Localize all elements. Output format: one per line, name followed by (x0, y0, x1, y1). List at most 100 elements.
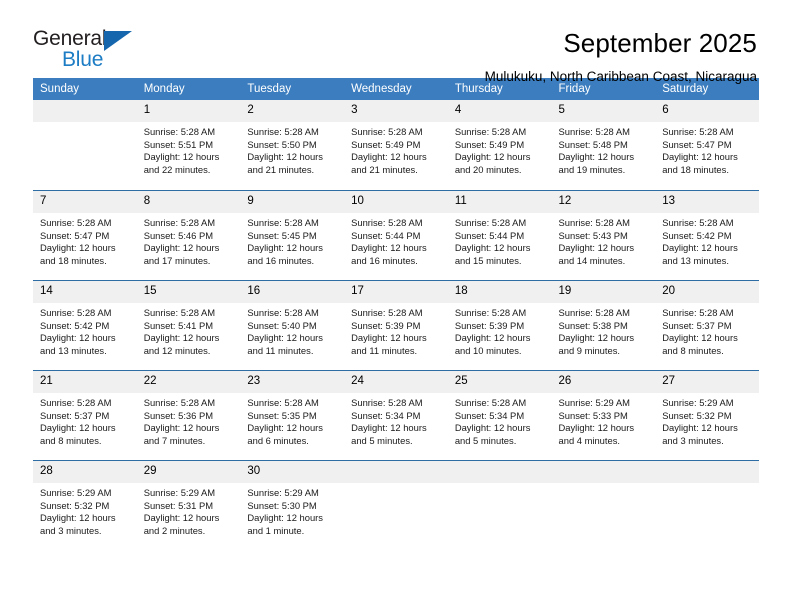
day-detail-line: Daylight: 12 hours (40, 422, 116, 434)
day-cell-inner: 17 Sunrise: 5:28 AM Sunset: 5:39 PM Dayligh… (344, 280, 448, 370)
day-detail-line: Sunset: 5:39 PM (454, 319, 525, 331)
calendar-day-cell[interactable]: 22 Sunrise: 5:28 AM Sunset: 5:36 PM Dayligh… (136, 370, 241, 460)
day-number: 26 (551, 371, 656, 393)
day-detail-line: Sunset: 5:45 PM (247, 229, 317, 241)
calendar-day-cell[interactable]: 18 Sunrise: 5:28 AM Sunset: 5:39 PM Dayligh… (447, 280, 552, 370)
day-cell-inner (33, 100, 137, 190)
day-sun-details: Sunrise: 5:28 AM Sunset: 5:37 PM Daylight:… (33, 393, 137, 447)
day-cell-inner: 16 Sunrise: 5:28 AM Sunset: 5:40 PM Dayligh… (240, 280, 345, 370)
calendar-day-cell[interactable]: 16 Sunrise: 5:28 AM Sunset: 5:40 PM Dayligh… (240, 280, 345, 370)
day-detail-line: Daylight: 12 hours (247, 151, 323, 163)
day-detail-line: Daylight: 12 hours (558, 151, 635, 163)
calendar-day-cell[interactable]: 13 Sunrise: 5:28 AM Sunset: 5:42 PM Dayligh… (655, 190, 759, 280)
logo-text-general: General (33, 27, 107, 50)
day-sun-details: Sunrise: 5:28 AM Sunset: 5:42 PM Daylight:… (33, 303, 137, 357)
day-cell-inner: 9 Sunrise: 5:28 AM Sunset: 5:45 PM Daylight… (240, 190, 345, 280)
day-detail-line: Sunset: 5:39 PM (351, 319, 421, 331)
calendar-day-cell[interactable]: 9 Sunrise: 5:28 AM Sunset: 5:45 PM Daylight… (240, 190, 345, 280)
weekday-header-tuesday: Tuesday (240, 78, 345, 100)
day-cell-inner: 26 Sunrise: 5:29 AM Sunset: 5:33 PM Dayligh… (551, 370, 656, 460)
day-detail-line: and 15 minutes. (454, 254, 522, 266)
calendar-day-cell[interactable]: 23 Sunrise: 5:28 AM Sunset: 5:35 PM Dayligh… (240, 370, 345, 460)
calendar-week-row: 21 Sunrise: 5:28 AM Sunset: 5:37 PM Dayligh… (33, 370, 759, 460)
day-number: 11 (447, 191, 552, 213)
day-detail-line: Sunset: 5:37 PM (662, 319, 732, 331)
day-cell-inner: 20 Sunrise: 5:28 AM Sunset: 5:37 PM Dayligh… (655, 280, 759, 370)
calendar-day-cell[interactable]: 1 Sunrise: 5:28 AM Sunset: 5:51 PM Daylight… (136, 100, 241, 190)
calendar-week-row: 14 Sunrise: 5:28 AM Sunset: 5:42 PM Dayligh… (33, 280, 759, 370)
calendar-body: 1 Sunrise: 5:28 AM Sunset: 5:51 PM Daylight… (33, 100, 759, 550)
day-sun-details: Sunrise: 5:28 AM Sunset: 5:48 PM Daylight:… (552, 122, 656, 176)
day-detail-line: Sunset: 5:49 PM (351, 138, 421, 150)
calendar-day-cell[interactable]: 14 Sunrise: 5:28 AM Sunset: 5:42 PM Dayligh… (33, 280, 137, 370)
page-title: September 2025 (563, 28, 757, 58)
calendar-day-cell[interactable]: 4 Sunrise: 5:28 AM Sunset: 5:49 PM Daylight… (447, 100, 552, 190)
location-subtitle: Mulukuku, North Caribbean Coast, Nicarag… (484, 69, 757, 84)
day-detail-line: Sunset: 5:30 PM (247, 499, 317, 511)
calendar-day-cell[interactable]: 15 Sunrise: 5:28 AM Sunset: 5:41 PM Dayligh… (136, 280, 241, 370)
day-cell-inner: 27 Sunrise: 5:29 AM Sunset: 5:32 PM Dayligh… (655, 370, 759, 460)
day-detail-line: and 6 minutes. (247, 434, 309, 446)
calendar-day-cell[interactable]: 5 Sunrise: 5:28 AM Sunset: 5:48 PM Daylight… (551, 100, 656, 190)
day-detail-line: Sunrise: 5:28 AM (662, 126, 734, 137)
day-sun-details: Sunrise: 5:28 AM Sunset: 5:39 PM Daylight:… (448, 303, 552, 357)
day-cell-inner: 11 Sunrise: 5:28 AM Sunset: 5:44 PM Dayligh… (447, 190, 552, 280)
calendar-day-cell[interactable]: 10 Sunrise: 5:28 AM Sunset: 5:44 PM Dayligh… (344, 190, 448, 280)
day-detail-line: and 7 minutes. (143, 434, 206, 446)
day-number: 27 (655, 371, 759, 393)
day-detail-line: Daylight: 12 hours (454, 242, 531, 254)
day-detail-line: and 5 minutes. (351, 434, 413, 446)
day-detail-line: Daylight: 12 hours (143, 512, 220, 524)
calendar-day-cell[interactable]: 2 Sunrise: 5:28 AM Sunset: 5:50 PM Daylight… (240, 100, 345, 190)
calendar-day-cell[interactable]: 26 Sunrise: 5:29 AM Sunset: 5:33 PM Dayligh… (551, 370, 656, 460)
day-cell-inner: 21 Sunrise: 5:28 AM Sunset: 5:37 PM Dayligh… (33, 370, 137, 460)
day-sun-details: Sunrise: 5:28 AM Sunset: 5:38 PM Daylight:… (552, 303, 656, 357)
day-sun-details: Sunrise: 5:28 AM Sunset: 5:47 PM Daylight:… (655, 122, 759, 176)
calendar-day-cell[interactable]: 24 Sunrise: 5:28 AM Sunset: 5:34 PM Dayligh… (344, 370, 448, 460)
calendar-day-cell[interactable]: 6 Sunrise: 5:28 AM Sunset: 5:47 PM Daylight… (655, 100, 759, 190)
day-detail-line: Sunrise: 5:28 AM (558, 307, 630, 318)
calendar-day-cell[interactable]: 30 Sunrise: 5:29 AM Sunset: 5:30 PM Dayligh… (240, 460, 345, 550)
day-detail-line: Daylight: 12 hours (454, 151, 531, 163)
day-detail-line: Sunrise: 5:28 AM (351, 397, 423, 408)
day-number: 15 (136, 281, 241, 303)
day-detail-line: Sunrise: 5:28 AM (558, 217, 630, 228)
calendar-day-cell[interactable]: 28 Sunrise: 5:29 AM Sunset: 5:32 PM Dayligh… (33, 460, 137, 550)
calendar-day-cell[interactable]: 7 Sunrise: 5:28 AM Sunset: 5:47 PM Daylight… (33, 190, 137, 280)
calendar-day-cell[interactable]: 27 Sunrise: 5:29 AM Sunset: 5:32 PM Dayligh… (655, 370, 759, 460)
day-detail-line: Sunset: 5:46 PM (143, 229, 214, 241)
day-number: 6 (655, 100, 759, 122)
calendar-day-cell[interactable]: 25 Sunrise: 5:28 AM Sunset: 5:34 PM Dayligh… (447, 370, 552, 460)
day-sun-details: Sunrise: 5:29 AM Sunset: 5:33 PM Daylight:… (552, 393, 656, 447)
day-sun-details: Sunrise: 5:28 AM Sunset: 5:35 PM Daylight:… (240, 393, 344, 447)
title-block: September 2025 Mulukuku, North Caribbean… (485, 28, 757, 87)
day-detail-line: Sunrise: 5:29 AM (247, 487, 319, 498)
day-cell-inner: 3 Sunrise: 5:28 AM Sunset: 5:49 PM Daylight… (344, 100, 448, 190)
day-detail-line: and 18 minutes. (40, 254, 107, 266)
day-detail-line: Sunrise: 5:28 AM (40, 397, 112, 408)
day-detail-line: Sunset: 5:48 PM (558, 138, 628, 150)
day-cell-inner: 4 Sunrise: 5:28 AM Sunset: 5:49 PM Daylight… (447, 100, 552, 190)
calendar-day-cell[interactable]: 29 Sunrise: 5:29 AM Sunset: 5:31 PM Dayligh… (136, 460, 241, 550)
day-detail-line: Sunset: 5:43 PM (558, 229, 628, 241)
day-detail-line: Sunrise: 5:28 AM (143, 307, 216, 318)
general-blue-logo[interactable]: General Blue (33, 28, 143, 76)
day-sun-details: Sunrise: 5:28 AM Sunset: 5:45 PM Daylight:… (240, 213, 344, 267)
day-detail-line: and 18 minutes. (662, 163, 729, 175)
day-detail-line: Sunrise: 5:29 AM (662, 397, 734, 408)
day-number: 2 (240, 100, 345, 122)
day-number: 30 (240, 461, 345, 483)
calendar-day-cell[interactable]: 8 Sunrise: 5:28 AM Sunset: 5:46 PM Daylight… (136, 190, 241, 280)
calendar-day-cell[interactable]: 12 Sunrise: 5:28 AM Sunset: 5:43 PM Dayligh… (551, 190, 656, 280)
calendar-day-cell[interactable]: 19 Sunrise: 5:28 AM Sunset: 5:38 PM Dayligh… (551, 280, 656, 370)
calendar-day-cell[interactable]: 20 Sunrise: 5:28 AM Sunset: 5:37 PM Dayligh… (655, 280, 759, 370)
calendar-day-cell[interactable]: 3 Sunrise: 5:28 AM Sunset: 5:49 PM Daylight… (344, 100, 448, 190)
day-detail-line: Sunrise: 5:28 AM (247, 126, 319, 137)
calendar-day-cell[interactable]: 17 Sunrise: 5:28 AM Sunset: 5:39 PM Dayligh… (344, 280, 448, 370)
calendar-day-cell[interactable]: 11 Sunrise: 5:28 AM Sunset: 5:44 PM Dayligh… (447, 190, 552, 280)
day-detail-line: Sunset: 5:44 PM (351, 229, 421, 241)
day-detail-line: Sunrise: 5:28 AM (454, 397, 527, 408)
calendar-day-cell[interactable]: 21 Sunrise: 5:28 AM Sunset: 5:37 PM Dayligh… (33, 370, 137, 460)
day-detail-line: and 11 minutes. (247, 344, 314, 356)
day-detail-line: Daylight: 12 hours (454, 332, 531, 344)
